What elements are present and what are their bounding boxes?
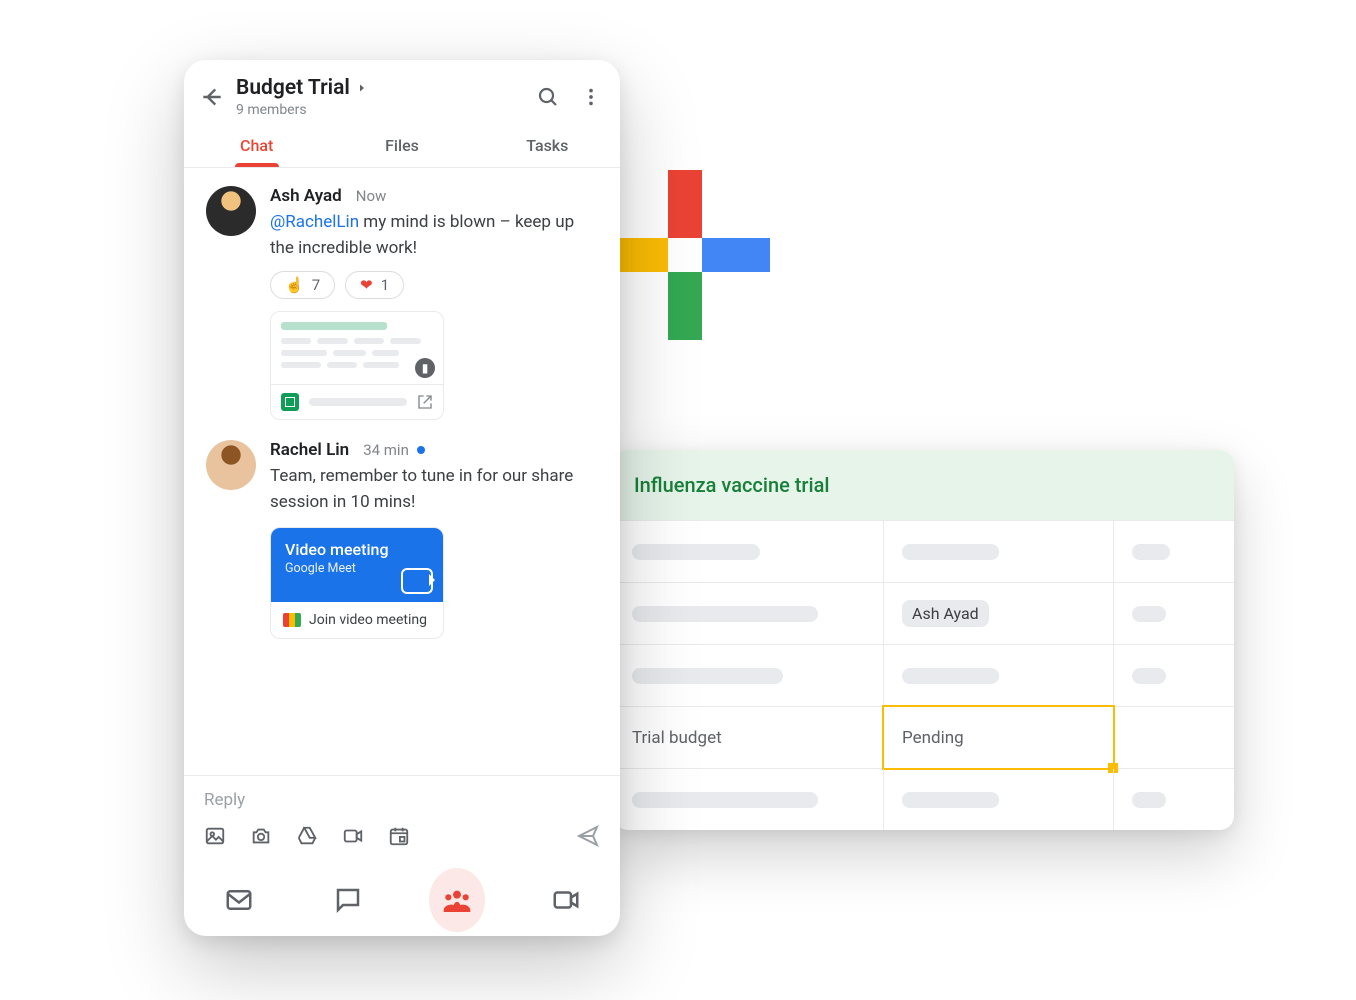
tabs: Chat Files Tasks — [184, 122, 620, 167]
plus-arm-green — [668, 272, 702, 340]
meet-title: Video meeting — [285, 540, 429, 559]
meet-attachment[interactable]: Video meeting Google Meet Join video mee… — [270, 527, 444, 639]
sheets-cell[interactable] — [1114, 645, 1234, 706]
nav-spaces[interactable] — [429, 872, 485, 928]
sheets-cell[interactable] — [884, 521, 1114, 582]
plus-arm-red — [668, 170, 702, 238]
cell-text: Trial budget — [632, 728, 722, 748]
emoji-heart-icon: ❤ — [360, 276, 373, 294]
sheets-cell[interactable] — [614, 645, 884, 706]
camera-icon[interactable] — [250, 825, 272, 847]
open-external-icon[interactable] — [417, 394, 433, 410]
compose-area: Reply — [184, 775, 620, 864]
cell-text: Pending — [902, 728, 964, 748]
join-meeting-label: Join video meeting — [309, 612, 427, 628]
attachment-type-badge-icon: ▮ — [415, 358, 435, 378]
message-text: @RachelLin my mind is blown – keep up th… — [270, 210, 598, 261]
sheets-cell[interactable] — [614, 583, 884, 644]
sheets-cell[interactable] — [884, 769, 1114, 830]
sheets-cell[interactable] — [614, 521, 884, 582]
sheets-row — [614, 768, 1234, 830]
reaction-count: 1 — [381, 276, 389, 294]
tab-files[interactable]: Files — [329, 126, 474, 167]
assignee-chip[interactable]: Ash Ayad — [902, 600, 989, 627]
message-time: Now — [356, 187, 387, 205]
tab-tasks[interactable]: Tasks — [475, 126, 620, 167]
sheets-cell[interactable]: Ash Ayad — [884, 583, 1114, 644]
sheets-row — [614, 644, 1234, 706]
avatar[interactable] — [206, 440, 256, 490]
sheets-title-row: Influenza vaccine trial — [614, 450, 1234, 520]
avatar[interactable] — [206, 186, 256, 236]
reaction-count: 7 — [312, 276, 320, 294]
attachment-preview: ▮ — [271, 312, 443, 384]
search-icon[interactable] — [536, 85, 560, 109]
chat-header: Budget Trial 9 members — [184, 60, 620, 122]
nav-meet[interactable] — [538, 872, 594, 928]
meet-icon — [283, 613, 301, 627]
image-icon[interactable] — [204, 825, 226, 847]
reaction-pill[interactable]: ☝️ 7 — [270, 271, 335, 299]
reply-input[interactable]: Reply — [204, 790, 600, 810]
message-list[interactable]: Ash Ayad Now @RachelLin my mind is blown… — [184, 168, 620, 775]
bottom-nav — [184, 864, 620, 936]
message: Ash Ayad Now @RachelLin my mind is blown… — [184, 182, 620, 436]
chevron-right-icon — [356, 82, 368, 94]
tab-chat[interactable]: Chat — [184, 126, 329, 167]
plus-arm-blue — [702, 238, 770, 272]
plus-glyph — [600, 170, 770, 340]
sheets-cell[interactable]: Trial budget — [614, 707, 884, 768]
send-icon[interactable] — [576, 824, 600, 848]
sheets-title: Influenza vaccine trial — [634, 473, 829, 497]
sheets-grid[interactable]: Ash Ayad Trial budget Pending — [614, 520, 1234, 830]
reaction-pill[interactable]: ❤ 1 — [345, 271, 404, 299]
chat-phone: Budget Trial 9 members — [184, 60, 620, 936]
back-button[interactable] — [198, 83, 226, 111]
video-icon — [401, 568, 433, 594]
message-author: Ash Ayad — [270, 186, 342, 206]
sheets-row: Ash Ayad — [614, 582, 1234, 644]
emoji-point-up-icon: ☝️ — [285, 276, 304, 294]
sheets-cell[interactable] — [1114, 707, 1234, 768]
calendar-icon[interactable] — [388, 825, 410, 847]
sheets-cell[interactable] — [1114, 583, 1234, 644]
drive-icon[interactable] — [296, 825, 318, 847]
presence-dot-icon — [417, 446, 425, 454]
message-time: 34 min — [363, 441, 425, 459]
nav-chat[interactable] — [320, 872, 376, 928]
sheets-row: Trial budget Pending — [614, 706, 1234, 768]
sheets-cell[interactable] — [1114, 769, 1234, 830]
more-icon[interactable] — [580, 86, 602, 108]
space-subtitle: 9 members — [236, 102, 526, 118]
sheets-cell[interactable] — [1114, 521, 1234, 582]
mention[interactable]: @RachelLin — [270, 212, 359, 232]
sheets-cell[interactable] — [614, 769, 884, 830]
sheets-row — [614, 520, 1234, 582]
sheets-card: Influenza vaccine trial Ash Ayad — [614, 450, 1234, 830]
sheets-attachment[interactable]: ▮ — [270, 311, 444, 420]
video-icon[interactable] — [342, 825, 364, 847]
nav-mail[interactable] — [211, 872, 267, 928]
sheets-icon — [281, 393, 299, 411]
message-author: Rachel Lin — [270, 440, 349, 460]
message-text: Team, remember to tune in for our share … — [270, 464, 598, 515]
sheets-cell-selected[interactable]: Pending — [884, 707, 1114, 768]
join-meeting-button[interactable]: Join video meeting — [271, 602, 443, 638]
message: Rachel Lin 34 min Team, remember to tune… — [184, 436, 620, 655]
sheets-cell[interactable] — [884, 645, 1114, 706]
space-title[interactable]: Budget Trial — [236, 76, 350, 100]
